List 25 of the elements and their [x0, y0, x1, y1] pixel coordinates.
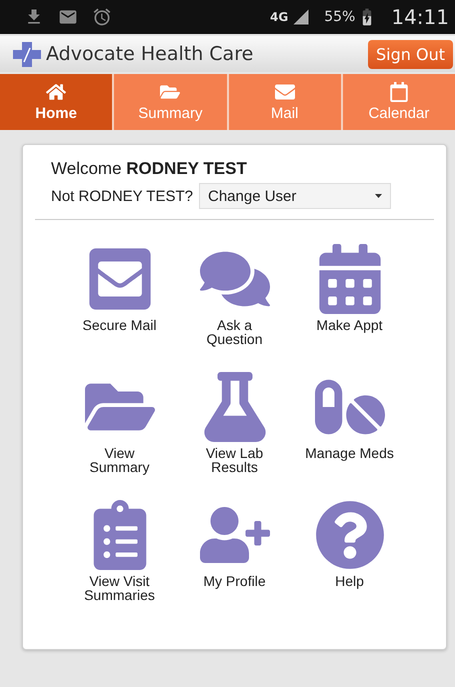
- logo-icon: [12, 40, 42, 68]
- welcome-text: Welcome RODNEY TEST: [51, 159, 248, 179]
- signal-icon: [292, 8, 310, 26]
- alarm-icon: [92, 7, 112, 27]
- tile-label[interactable]: Manage Meds: [305, 446, 394, 460]
- clock: 14:11: [391, 5, 449, 29]
- tile-label[interactable]: My Profile: [203, 574, 266, 588]
- user-prompt: Not RODNEY TEST?: [51, 188, 193, 204]
- tile-label[interactable]: View Visit Summaries: [84, 574, 155, 602]
- tile-label[interactable]: Secure Mail: [82, 318, 156, 332]
- tile-label[interactable]: View Lab Results: [206, 446, 264, 474]
- change-user-dropdown[interactable]: Change User: [199, 183, 391, 209]
- caret-icon: [375, 194, 382, 198]
- help-icon[interactable]: [314, 500, 384, 570]
- tile-label[interactable]: View Summary: [90, 446, 150, 474]
- battery-percent: 55%: [324, 9, 356, 25]
- calendar-icon: [388, 82, 409, 102]
- home-icon: [46, 82, 66, 102]
- mail-icon: [274, 82, 295, 102]
- tile-label[interactable]: Make Appt: [316, 318, 383, 332]
- tile-label[interactable]: Ask a Question: [206, 318, 263, 346]
- app-title: Advocate Health Care: [46, 43, 254, 65]
- tile-label[interactable]: Help: [335, 574, 364, 588]
- network-type: 4G: [270, 10, 288, 24]
- nav-tab[interactable]: Home: [0, 74, 112, 130]
